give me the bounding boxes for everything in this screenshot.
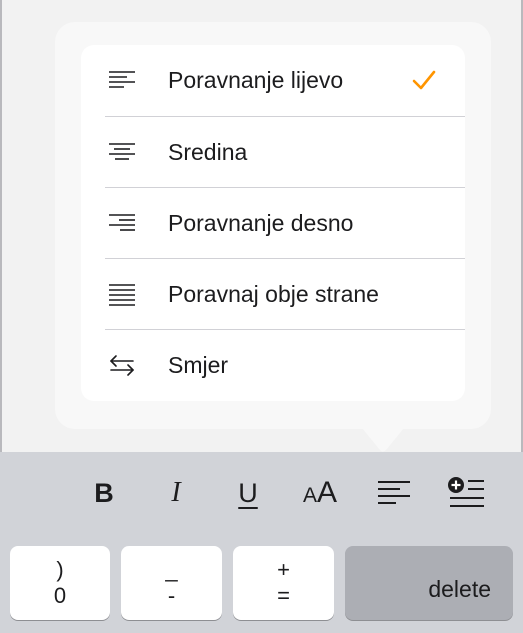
- alignment-menu: Poravnanje lijevo Sredina Poravnanje des…: [81, 45, 465, 401]
- menu-item-direction[interactable]: Smjer: [81, 330, 465, 401]
- key-paren-zero[interactable]: ) 0: [10, 546, 110, 620]
- key-plus-equals[interactable]: + =: [233, 546, 334, 620]
- key-bottom-label: =: [277, 583, 290, 608]
- menu-item-label: Poravnanje desno: [168, 210, 354, 236]
- font-size-button[interactable]: AA: [292, 465, 348, 521]
- font-size-large-a: A: [317, 476, 338, 509]
- font-size-icon: AA: [303, 476, 337, 510]
- underline-button[interactable]: U: [220, 465, 276, 521]
- font-size-small-a: A: [302, 484, 317, 507]
- key-bottom-label: 0: [53, 583, 67, 608]
- align-left-icon: [378, 481, 410, 504]
- underline-label: U: [238, 477, 258, 508]
- delete-label: delete: [428, 576, 491, 602]
- key-underscore-minus[interactable]: _ -: [121, 546, 222, 620]
- checkmark-icon: [412, 70, 436, 90]
- bold-button[interactable]: B: [76, 465, 132, 521]
- bold-label: B: [94, 477, 114, 508]
- menu-item-label: Poravnanje lijevo: [168, 67, 344, 93]
- popover-pointer: [362, 428, 404, 452]
- alignment-button[interactable]: [366, 465, 422, 521]
- menu-item-align-center[interactable]: Sredina: [81, 117, 465, 188]
- key-bottom-label: -: [167, 583, 176, 608]
- italic-label: I: [171, 477, 181, 508]
- align-justify-icon: [109, 284, 135, 306]
- menu-item-justify[interactable]: Poravnaj obje strane: [81, 259, 465, 330]
- menu-item-align-left[interactable]: Poravnanje lijevo: [81, 45, 465, 116]
- menu-item-label: Smjer: [168, 352, 229, 378]
- insert-plus-icon: [448, 477, 484, 507]
- insert-button[interactable]: [438, 465, 494, 521]
- italic-button[interactable]: I: [148, 465, 204, 521]
- align-left-icon: [109, 71, 135, 88]
- menu-item-label: Sredina: [168, 139, 248, 165]
- align-center-icon: [109, 143, 135, 160]
- delete-key[interactable]: delete: [345, 546, 513, 620]
- key-top-label: ): [56, 557, 64, 582]
- key-top-label: +: [277, 557, 290, 582]
- menu-item-label: Poravnaj obje strane: [168, 281, 379, 307]
- align-right-icon: [109, 214, 135, 231]
- key-top-label: _: [165, 557, 178, 582]
- text-direction-icon: [110, 355, 134, 376]
- menu-item-align-right[interactable]: Poravnanje desno: [81, 188, 465, 259]
